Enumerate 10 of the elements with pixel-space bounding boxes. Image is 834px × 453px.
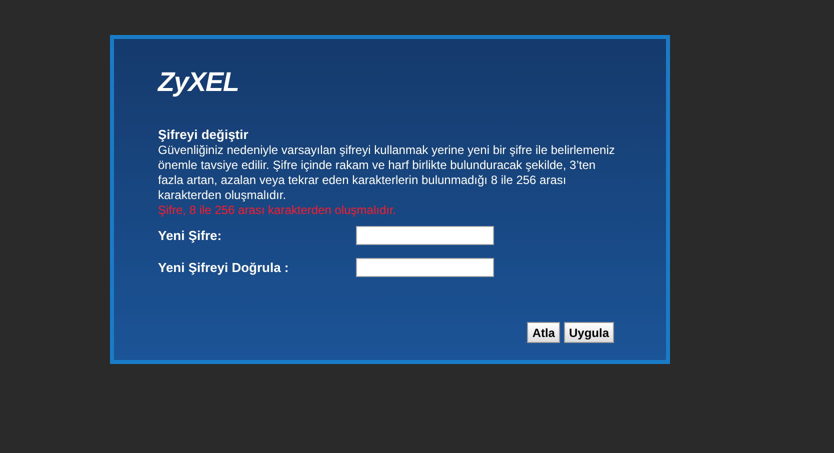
action-button[interactable]: Atla bbox=[527, 322, 560, 343]
field-label: Yeni Şifre: bbox=[158, 227, 223, 245]
section-title: Şifreyi değiştir bbox=[158, 127, 248, 143]
action-button[interactable]: Uygula bbox=[564, 322, 614, 343]
password-field[interactable] bbox=[356, 258, 494, 277]
description-text: Güvenliğiniz nedeniyle varsayılan şifreyi kullanmak yerine yeni bir şifre ile belirlemeniz önemle tavsiye edilir. Şifre içinde rakam ve harf birlikte bulunduracak şekilde, 3’ten fazla artan, azalan veya tekrar eden karakterlerin bulunmadığı 8 ile 256 arası karakterden oluşmalıdır. bbox=[158, 143, 616, 203]
password-field[interactable] bbox=[356, 226, 494, 246]
error-message: Şifre, 8 ile 256 arası karakterden oluşmalıdır. bbox=[158, 203, 396, 218]
field-label: Yeni Şifreyi Doğrula : bbox=[158, 258, 290, 277]
logo: ZyXEL bbox=[158, 67, 239, 97]
